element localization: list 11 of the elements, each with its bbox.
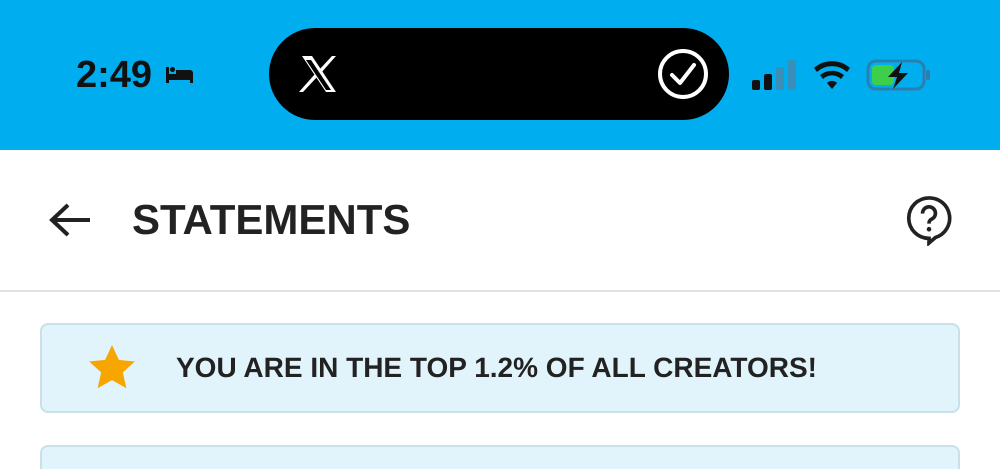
check-circle-icon <box>657 48 709 100</box>
status-time: 2:49 <box>76 54 152 96</box>
back-arrow-icon[interactable] <box>48 202 92 238</box>
bed-icon <box>164 64 194 86</box>
signal-icon <box>752 60 798 90</box>
help-icon[interactable] <box>906 194 952 246</box>
page-title: STATEMENTS <box>132 196 412 244</box>
wifi-icon <box>812 60 852 90</box>
banner-text: YOU ARE IN THE TOP 1.2% OF ALL CREATORS! <box>176 352 817 384</box>
battery-charging-icon <box>866 59 932 91</box>
cross-icon <box>299 54 339 94</box>
